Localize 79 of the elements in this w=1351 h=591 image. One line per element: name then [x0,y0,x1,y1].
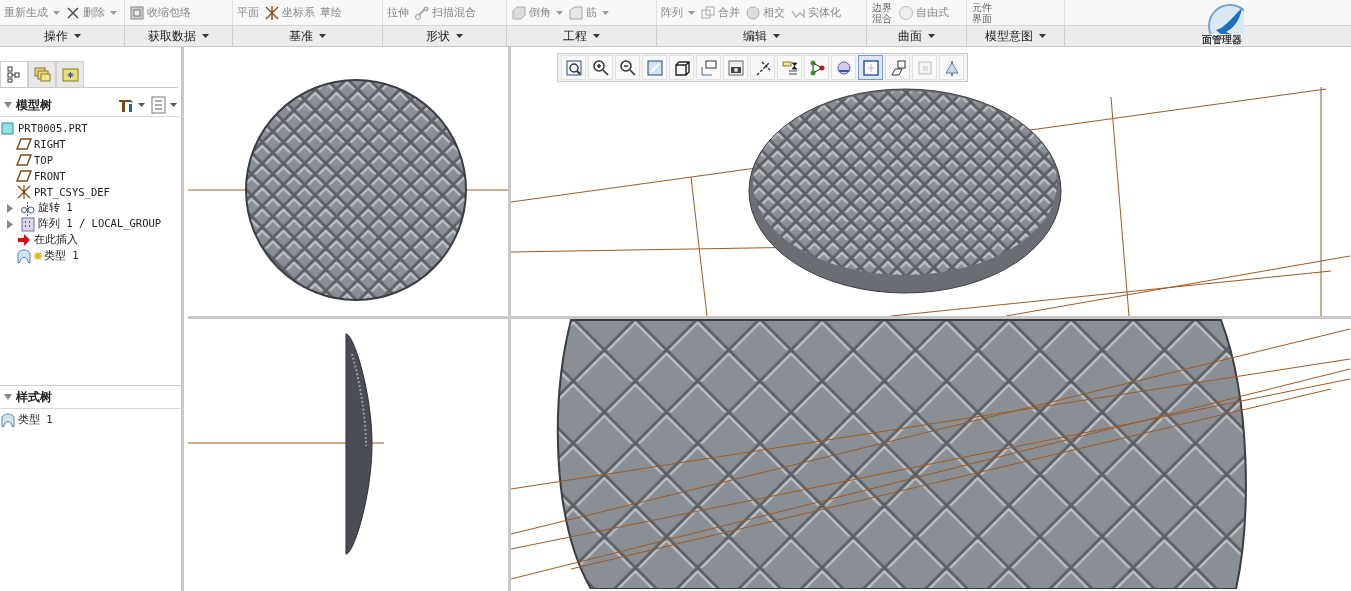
delete-icon [65,4,81,21]
ribbon-command[interactable]: 筋 [567,4,610,21]
ribbon-group-menu[interactable]: 形状 [383,26,507,46]
dropdown-caret-icon [1039,34,1046,38]
dropdown-caret-icon [319,34,326,38]
ribbon-command[interactable]: 重新生成 [3,5,61,20]
pattern-icon [20,215,36,233]
ribbon-group-menu[interactable]: 工程 [507,26,657,46]
ribbon-command[interactable]: 合并 [699,4,741,21]
dropdown-caret-icon [138,103,145,107]
ribbon-command[interactable]: 元件界面 [970,1,994,24]
tree-item[interactable]: 在此插入 [0,232,181,248]
ribbon-group-menu[interactable]: 操作 [0,26,125,46]
surface-icon [0,411,16,429]
tree-item[interactable]: FRONT [0,168,181,184]
cube-icon [0,119,16,137]
ribbon-group-menu[interactable]: 获取数据 [125,26,233,46]
navigator-tab[interactable] [0,61,28,87]
ribbon-group-menu[interactable]: 曲面 [867,26,967,46]
zoom-in-icon [591,58,610,77]
collapse-arrow-icon[interactable] [4,394,12,400]
annotation-icon [780,58,799,77]
logo-text: 面管理器 [1202,34,1242,46]
cube-outline-icon [672,58,691,77]
repaint-icon [645,58,664,77]
coordinate-system-icon [16,183,32,201]
dropdown-caret-icon [593,34,600,38]
tree-icon [5,66,23,83]
ribbon-group-menu[interactable]: 编辑 [657,26,867,46]
tree-item[interactable]: 类型 1 [0,412,181,428]
expand-arrow-icon[interactable] [7,219,14,229]
show-menu-button[interactable] [151,96,177,114]
ribbon-command[interactable]: 扫描混合 [413,4,477,21]
split-view-icon [861,58,880,77]
shrinkwrap-icon [129,4,145,21]
orientation-icon [888,58,907,77]
expand-arrow-icon[interactable] [7,203,14,213]
sphere-icon [898,4,914,21]
dropdown-caret-icon [928,34,935,38]
datum-plane-icon [16,167,32,185]
merge-icon [700,4,716,21]
tree-item[interactable]: RIGHT [0,136,181,152]
dropdown-caret-icon [456,34,463,38]
list-icon [151,96,167,114]
camera-icon [726,58,745,77]
datum-plane-icon [16,135,32,153]
surface-icon [16,247,32,265]
appearance-icon [834,58,853,77]
dropdown-caret-icon [73,34,81,38]
zoom-out-icon [618,58,637,77]
rib-icon [568,4,584,21]
asterisk-icon [34,252,42,260]
intersect-icon [745,4,761,21]
tree-title: 样式树 [16,388,52,406]
chamfer-icon [511,4,527,21]
revolve-icon [20,199,36,217]
coordinate-system-icon [264,4,280,21]
tree-item[interactable]: 类型 1 [0,248,181,264]
sweep-blend-icon [414,4,430,21]
ribbon-group-menu[interactable]: 基准 [233,26,383,46]
collapse-arrow-icon[interactable] [4,102,12,108]
ribbon-group-menu[interactable]: 模型意图 [967,26,1065,46]
tree-item[interactable]: 旋转 1 [0,200,181,216]
tree-item[interactable]: PRT_CSYS_DEF [0,184,181,200]
layers-icon [915,58,934,77]
zoom-fit-icon [564,58,583,77]
tree-item[interactable]: TOP [0,152,181,168]
arrow-right-icon [16,231,32,249]
section-plane-icon [942,58,961,77]
dropdown-caret-icon [202,34,209,38]
tree-item[interactable]: 阵列 1 / LOCAL_GROUP [0,216,181,232]
dropdown-caret-icon [773,34,780,38]
folders-icon [33,66,51,83]
datum-plane-icon [16,151,32,169]
tree-title: 模型树 [16,96,52,114]
tree-item[interactable]: PRT0005.PRT [0,120,181,136]
saved-views-icon [699,58,718,77]
ribbon-command[interactable]: 边界混合 [870,1,894,24]
dropdown-caret-icon [170,103,177,107]
